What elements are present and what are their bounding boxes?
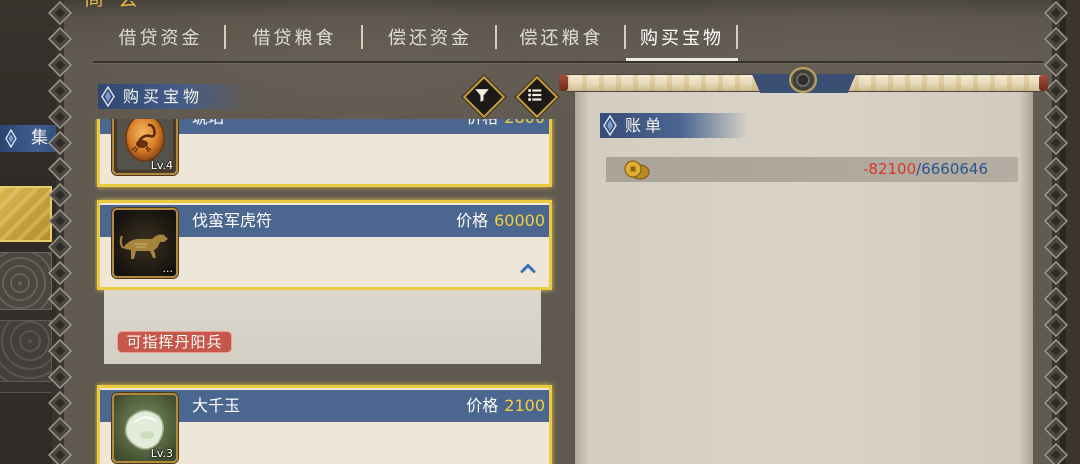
price-label: 价格 [456, 211, 489, 230]
diamond-marker-icon [101, 86, 115, 107]
ornamental-border-right [1042, 0, 1070, 464]
tab-buy-treasures[interactable]: 购买宝物 [626, 22, 738, 52]
side-card-gold[interactable] [0, 186, 52, 242]
side-card[interactable] [0, 252, 52, 310]
item-price: 价格 2100 [466, 390, 545, 422]
item-level: Lv.4 [150, 159, 173, 172]
tab-repay-grain[interactable]: 偿还粮食 [497, 22, 626, 52]
side-card[interactable] [0, 320, 52, 382]
item-name: 琥珀 [192, 119, 224, 134]
balance-total: 6660646 [921, 160, 988, 178]
balance-change: -82100 [862, 160, 917, 178]
price-value: 2100 [504, 396, 545, 415]
balance-text: -82100/6660646 [863, 157, 988, 182]
item-image: ... [112, 208, 178, 278]
item-detail-panel: 可指挥丹阳兵 [104, 290, 541, 364]
effect-tag: 可指挥丹阳兵 [117, 331, 232, 353]
filter-button[interactable] [463, 76, 501, 114]
section-header-label: 购买宝物 [123, 87, 204, 106]
tab-repay-funds[interactable]: 偿还资金 [363, 22, 497, 52]
funnel-icon [475, 89, 489, 102]
diamond-marker-icon [603, 115, 617, 136]
item-name: 大千玉 [192, 396, 241, 415]
item-name: 伐蛮军虎符 [192, 211, 273, 230]
tab-label: 借贷粮食 [252, 28, 337, 49]
tab-label: 借贷资金 [118, 28, 203, 49]
side-card [0, 392, 52, 464]
tab-borrow-grain[interactable]: 借贷粮食 [226, 22, 363, 52]
tab-label: 偿还资金 [388, 28, 472, 49]
scroll-ornament-icon [789, 67, 817, 93]
section-header-label: 账单 [625, 116, 666, 135]
ornamental-border-left [46, 0, 74, 464]
list-view-button[interactable] [516, 76, 554, 114]
list-icon [528, 88, 542, 102]
price-value: 60000 [494, 211, 545, 230]
item-image: Lv.4 [112, 119, 178, 175]
tab-borrow-funds[interactable]: 借贷资金 [95, 22, 226, 52]
section-header-buy-treasures: 购买宝物 [98, 84, 248, 109]
balance-row: -82100/6660646 [606, 157, 1018, 182]
list-item[interactable]: 伐蛮军虎符 价格 60000 ... [97, 200, 552, 290]
list-item[interactable]: 大千玉 价格 2100 Lv.3 [97, 385, 552, 464]
item-level: ... [162, 262, 174, 275]
chevron-up-icon[interactable] [520, 263, 536, 273]
ledger-scroll-paper [575, 88, 1033, 464]
copper-coin-icon [624, 160, 650, 180]
tab-label: 购买宝物 [640, 28, 724, 49]
item-image: Lv.3 [112, 393, 178, 463]
price-label: 价格 [466, 119, 498, 127]
scroll-rod-cap-right [1039, 75, 1048, 91]
divider [93, 63, 1043, 64]
tab-label: 偿还粮食 [519, 28, 604, 49]
item-level: Lv.3 [150, 447, 173, 460]
scroll-rod-cap-left [559, 75, 568, 91]
price-label: 价格 [466, 396, 499, 415]
diamond-marker-icon [5, 129, 17, 148]
price-value: 2800 [504, 119, 545, 127]
section-header-ledger: 账单 [600, 113, 748, 138]
list-item[interactable]: 琥珀 价格 2800 Lv.4 [97, 119, 552, 187]
treasure-list[interactable]: 琥珀 价格 2800 Lv.4 伐蛮军虎符 价格 60000 [95, 119, 557, 464]
item-price: 价格 60000 [456, 205, 545, 237]
window-title: 商会 [82, 0, 162, 10]
window-title-text: 商会 [84, 0, 152, 10]
item-price: 价格 2800 [466, 119, 545, 134]
